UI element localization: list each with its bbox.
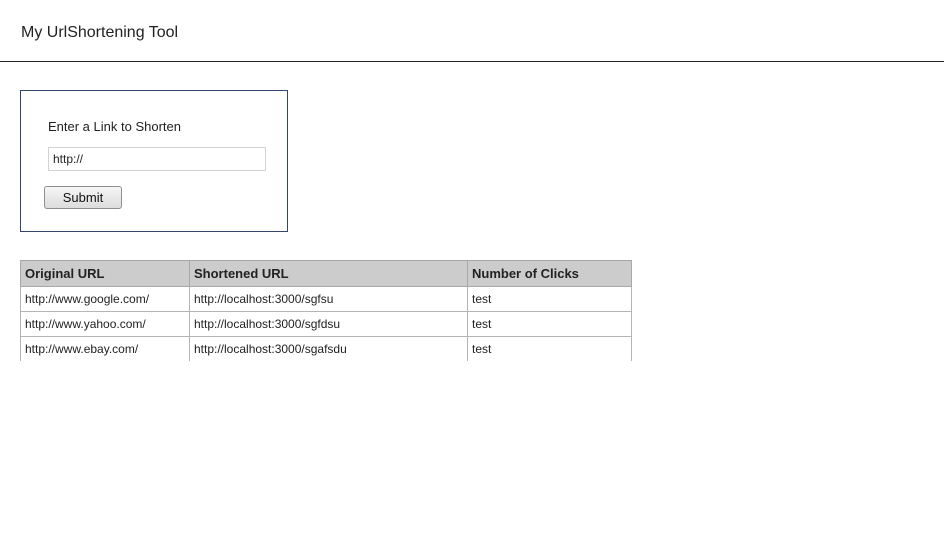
original-url-cell: http://www.google.com/ — [20, 286, 190, 312]
table-header-row: Original URL Shortened URL Number of Cli… — [20, 260, 632, 287]
app-header: My UrlShortening Tool — [0, 0, 944, 62]
shortened-url-cell: http://localhost:3000/sgfdsu — [189, 311, 468, 337]
column-header-number-of-clicks: Number of Clicks — [467, 260, 632, 287]
app-title: My UrlShortening Tool — [21, 24, 179, 41]
shorten-link-form: Enter a Link to Shorten Submit — [20, 90, 288, 232]
link-input[interactable] — [48, 147, 266, 171]
table-row: http://www.ebay.com/ http://localhost:30… — [20, 336, 632, 361]
shortened-url-cell: http://localhost:3000/sgfsu — [189, 286, 468, 312]
table-row: http://www.google.com/ http://localhost:… — [20, 286, 632, 312]
submit-button[interactable]: Submit — [44, 186, 122, 209]
click-count-cell: test — [467, 311, 632, 337]
shortened-links-table: Original URL Shortened URL Number of Cli… — [20, 260, 632, 361]
original-url-cell: http://www.yahoo.com/ — [20, 311, 190, 337]
link-input-label: Enter a Link to Shorten — [48, 119, 181, 134]
shortened-url-cell: http://localhost:3000/sgafsdu — [189, 336, 468, 361]
table-row: http://www.yahoo.com/ http://localhost:3… — [20, 311, 632, 337]
column-header-shortened-url: Shortened URL — [189, 260, 468, 287]
click-count-cell: test — [467, 336, 632, 361]
click-count-cell: test — [467, 286, 632, 312]
original-url-cell: http://www.ebay.com/ — [20, 336, 190, 361]
column-header-original-url: Original URL — [20, 260, 190, 287]
